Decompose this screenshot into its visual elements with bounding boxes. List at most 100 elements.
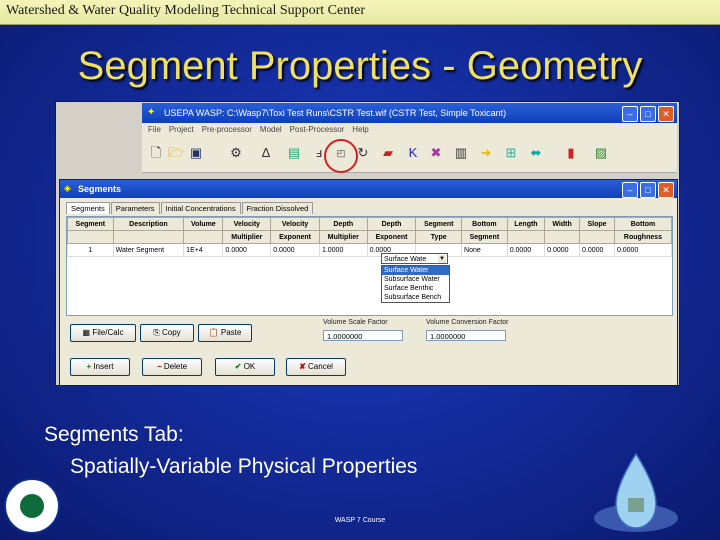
app-title-bar: ✦ USEPA WASP: C:\Wasp7\Toxi Test Runs\CS… [142, 103, 677, 123]
exchange-icon[interactable]: ✖ [427, 144, 445, 162]
option-subsurface-water[interactable]: Subsurface Water [382, 275, 449, 284]
close-button[interactable]: ✕ [658, 106, 674, 122]
menu-project[interactable]: Project [169, 123, 194, 136]
cancel-label: Cancel [308, 362, 333, 371]
menu-help[interactable]: Help [352, 123, 368, 136]
col-header [183, 230, 224, 244]
chart-icon[interactable]: ▥ [452, 144, 470, 162]
dialog-maximize-button[interactable]: □ [640, 182, 656, 198]
parameters-icon[interactable]: ▤ [285, 144, 303, 162]
col-header: Type [415, 230, 463, 244]
tab-segments[interactable]: Segments [66, 202, 110, 214]
cell-bottom-roughness[interactable]: 0.0000 [613, 243, 673, 257]
col-header: Exponent [270, 230, 320, 244]
col-header: Bottom [613, 217, 673, 231]
tab-fraction-dissolved[interactable]: Fraction Dissolved [241, 202, 314, 214]
toolbar: 🗋 🗁 ▣ ⚙ Δ ▤ ⅎ ◰ ↻ ▰ K ✖ ▥ ➜ ⊞ ⬌ ▮ ▨ [142, 136, 677, 173]
dialog-title-bar: ◈ Segments – □ ✕ [60, 180, 677, 198]
cell-velocity-exponent[interactable]: 0.0000 [270, 243, 320, 257]
cell-description[interactable]: Water Segment [112, 243, 185, 257]
cell-depth-multiplier[interactable]: 1.0000 [318, 243, 368, 257]
segment-type-value: Surface Wate [384, 256, 427, 263]
banner: Watershed & Water Quality Modeling Techn… [0, 0, 720, 25]
segments-grid[interactable]: Segment Description Volume Velocity Velo… [66, 216, 673, 316]
cell-velocity-multiplier[interactable]: 0.0000 [222, 243, 272, 257]
filecalc-button[interactable]: ▦ File/Calc [70, 324, 136, 342]
delta-t-icon[interactable]: Δ [257, 144, 275, 162]
option-surface-benthic[interactable]: Surface Benthic [382, 284, 449, 293]
new-file-icon[interactable]: 🗋 [147, 144, 165, 162]
run-icon[interactable]: ⬌ [527, 144, 545, 162]
cell-segment[interactable]: 1 [67, 243, 114, 257]
volume-conversion-field[interactable]: 1.0000000 [426, 330, 506, 341]
option-surface-water[interactable]: Surface Water [382, 266, 449, 275]
footer-text: WASP 7 Course [334, 517, 386, 524]
cell-slope[interactable]: 0.0000 [579, 243, 615, 257]
dialog-close-button[interactable]: ✕ [658, 182, 674, 198]
menu-file[interactable]: File [148, 123, 161, 136]
app-window-title: USEPA WASP: C:\Wasp7\Toxi Test Runs\CSTR… [164, 108, 507, 118]
segment-type-select[interactable]: Surface Wate ▼ [381, 253, 448, 264]
arrow-icon[interactable]: ➜ [477, 144, 495, 162]
boundary-icon[interactable]: ⊞ [502, 144, 520, 162]
copy-button[interactable]: ⎘ Copy [140, 324, 194, 342]
ok-button[interactable]: ✔ OK [215, 358, 275, 376]
minus-icon: − [156, 362, 164, 371]
copy-icon: ⎘ [153, 328, 162, 337]
volume-scale-label: Volume Scale Factor [323, 319, 388, 326]
col-header: Velocity [270, 217, 320, 231]
col-header [67, 230, 114, 244]
minimize-button[interactable]: – [622, 106, 638, 122]
cancel-x-icon: ✘ [299, 362, 309, 371]
cell-bottom-segment[interactable]: None [461, 243, 508, 257]
col-header [506, 230, 546, 244]
cancel-button[interactable]: ✘ Cancel [286, 358, 346, 376]
col-header: Slope [579, 217, 615, 231]
menu-bar: File Project Pre-processor Model Post-Pr… [142, 123, 677, 136]
menu-preprocessor[interactable]: Pre-processor [202, 123, 252, 136]
kinetics-icon[interactable]: K [404, 144, 422, 162]
maximize-button[interactable]: □ [640, 106, 656, 122]
filecalc-label: File/Calc [92, 328, 124, 337]
highlight-circle [324, 139, 358, 173]
tab-parameters[interactable]: Parameters [110, 202, 160, 214]
col-header: Depth [366, 217, 417, 231]
col-header: Description [112, 217, 185, 231]
option-subsurface-bench[interactable]: Subsurface Bench [382, 293, 449, 302]
dialog-icon: ◈ [64, 183, 71, 193]
tools-icon[interactable]: ⚙ [227, 144, 245, 162]
cell-width[interactable]: 0.0000 [544, 243, 581, 257]
open-folder-icon[interactable]: 🗁 [167, 144, 185, 162]
volume-scale-field[interactable]: 1.0000000 [323, 330, 403, 341]
col-header: Depth [318, 217, 368, 231]
paste-button[interactable]: 📋 Paste [198, 324, 252, 342]
cell-volume[interactable]: 1E+4 [183, 243, 224, 257]
menu-model[interactable]: Model [260, 123, 282, 136]
insert-button[interactable]: + Insert [70, 358, 130, 376]
table-row[interactable]: 1 Water Segment 1E+4 0.0000 0.0000 1.000… [67, 243, 673, 257]
menu-postprocessor[interactable]: Post-Processor [290, 123, 345, 136]
output-icon[interactable]: ▮ [562, 144, 580, 162]
screenshot-panel: ✦ USEPA WASP: C:\Wasp7\Toxi Test Runs\CS… [55, 101, 680, 386]
dialog-minimize-button[interactable]: – [622, 182, 638, 198]
volume-conversion-label: Volume Conversion Factor [426, 319, 509, 326]
graph-icon[interactable]: ▨ [592, 144, 610, 162]
chevron-down-icon[interactable]: ▼ [438, 255, 446, 263]
delete-button[interactable]: − Delete [142, 358, 202, 376]
epa-logo [4, 478, 60, 534]
col-header: Multiplier [318, 230, 368, 244]
header-row-bottom: Multiplier Exponent Multiplier Exponent … [67, 230, 673, 244]
dialog-title: Segments [78, 184, 122, 194]
col-header: Segment [67, 217, 114, 231]
save-icon[interactable]: ▣ [187, 144, 205, 162]
checkmark-icon: ✔ [234, 362, 244, 371]
col-header: Segment [461, 230, 508, 244]
col-header: Velocity [222, 217, 272, 231]
banner-text: Watershed & Water Quality Modeling Techn… [6, 3, 365, 18]
copy-label: Copy [161, 328, 181, 337]
calculator-icon: ▦ [82, 328, 93, 337]
tab-initial-concentrations[interactable]: Initial Concentrations [160, 202, 241, 214]
paste-icon: 📋 [208, 328, 221, 337]
cell-length[interactable]: 0.0000 [506, 243, 546, 257]
loads-icon[interactable]: ▰ [379, 144, 397, 162]
